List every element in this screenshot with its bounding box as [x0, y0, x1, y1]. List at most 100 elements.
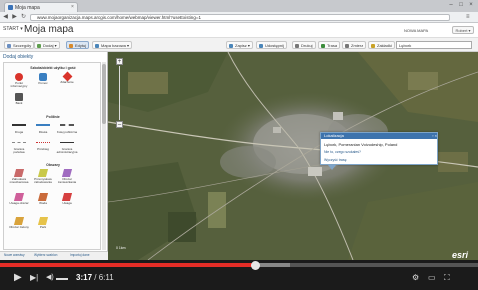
details-button[interactable]: Szczegóły — [4, 41, 35, 49]
current-time: 3:17 — [76, 273, 93, 282]
url-field[interactable]: www.mojaorganizacja.maps.arcgis.com/home… — [30, 14, 450, 21]
panel-scrollbar-thumb[interactable] — [102, 64, 106, 124]
edit-button[interactable]: Edytuj — [66, 41, 90, 49]
bookmarks-label: Zakładki — [377, 43, 392, 48]
user-menu[interactable]: Robert ▾ — [452, 26, 474, 34]
zoom-control: + – — [116, 58, 123, 128]
new-map-link[interactable]: NOWA MAPA — [404, 28, 428, 33]
share-button[interactable]: Udostępnij — [256, 41, 287, 49]
popup-address: Lębork, Pomeranian Voivodeship, Poland — [324, 142, 398, 147]
symbol-water[interactable]: Woda — [32, 193, 54, 211]
search-input[interactable]: Lębork — [396, 41, 472, 49]
back-icon[interactable]: ◀ — [2, 14, 9, 21]
browser-menu-icon[interactable]: ≡ — [466, 14, 474, 21]
route-label: Trasa — [327, 43, 338, 48]
symbol-industrial[interactable]: Przemysłowe zabudowania — [32, 169, 54, 187]
footer-link-template[interactable]: Wybierz szablon — [34, 253, 57, 257]
fullscreen-icon[interactable]: ⛶ — [444, 272, 450, 284]
measure-button[interactable]: Zmierz — [342, 41, 367, 49]
symbol-label: Punkt informacyjny — [10, 81, 28, 89]
print-button[interactable]: Drukuj — [292, 41, 316, 49]
volume-slider[interactable] — [56, 278, 68, 280]
symbol-info-point[interactable]: Punkt informacyjny — [8, 73, 30, 91]
symbol-caution-area[interactable]: Uwaga obszar — [8, 193, 30, 211]
add-features-panel: Dodaj obiekty Szkoła/obiekt użytku i goś… — [0, 52, 108, 260]
play-icon[interactable]: ▶ — [14, 272, 22, 284]
symbol-label: Park — [39, 225, 47, 229]
zoom-out-button[interactable]: – — [116, 121, 123, 128]
theater-mode-icon[interactable]: ▭ — [428, 272, 436, 284]
details-icon — [7, 44, 11, 48]
footer-link-new-layers[interactable]: Nowe warstwy — [4, 253, 25, 257]
path-line-icon — [36, 142, 50, 143]
popup-close-icon[interactable]: ▫ × — [427, 133, 437, 139]
zoom-in-button[interactable]: + — [116, 58, 123, 65]
details-label: Szczegóły — [13, 43, 32, 48]
minimize-icon[interactable]: – — [446, 1, 456, 9]
save-button[interactable]: Zapisz ▾ — [226, 41, 253, 49]
popup-title: Lokalizacja — [321, 133, 437, 139]
caution-icon — [61, 193, 73, 201]
symbol-path[interactable]: Przebieg — [32, 139, 54, 157]
browser-tab-bar: Moja mapa × – □ × — [0, 0, 478, 12]
volume-icon[interactable]: ◀) — [46, 272, 54, 284]
symbol-river[interactable]: Rzeka — [32, 121, 54, 139]
symbol-palette: Szkoła/obiekt użytku i gość Punkt inform… — [3, 62, 101, 250]
symbol-border[interactable]: Granica państwa — [8, 139, 30, 157]
symbol-label: Granica państwa — [13, 147, 25, 155]
tab-close-icon[interactable]: × — [71, 4, 74, 10]
add-button[interactable]: Dodaj ▾ — [34, 41, 60, 49]
symbol-road[interactable]: Droga — [8, 121, 30, 139]
start-menu[interactable]: START ▾ — [3, 26, 23, 32]
maximize-icon[interactable]: □ — [456, 1, 466, 9]
route-button[interactable]: Trasa — [318, 41, 341, 49]
symbol-green-area[interactable]: Obszar zielony — [8, 217, 30, 235]
border-line-icon — [12, 142, 26, 143]
symbol-label: Obszar zamieszkania — [57, 177, 77, 185]
edit-label: Edytuj — [75, 43, 87, 48]
favicon-icon — [8, 5, 13, 10]
symbol-label: Bank — [15, 101, 23, 105]
section-title-points: Szkoła/obiekt użytku i gość — [30, 66, 76, 70]
next-icon[interactable]: ▶| — [30, 272, 38, 284]
symbol-help[interactable]: Pomoc — [32, 73, 54, 91]
forward-icon[interactable]: ▶ — [11, 14, 18, 21]
bookmarks-button[interactable]: Zakładki — [368, 41, 395, 49]
section-title-lines: Polilinie — [46, 115, 60, 119]
railway-line-icon — [60, 124, 74, 126]
progress-scrubber[interactable] — [250, 261, 260, 270]
basemap-button[interactable]: Mapa bazowa ▾ — [92, 41, 133, 49]
scale-bar: 0 1km — [116, 246, 126, 250]
popup-clear-link[interactable]: Wyczyść trasę — [324, 158, 347, 162]
caution-area-icon — [13, 193, 25, 201]
basemap-icon — [95, 44, 99, 48]
location-popup: Lokalizacja ▫ × Lębork, Pomeranian Voivo… — [320, 132, 438, 165]
symbol-railway[interactable]: Kolej publiczna — [56, 121, 78, 139]
window-close-icon[interactable]: × — [466, 1, 476, 9]
footer-link-import[interactable]: Importuj dane — [70, 253, 90, 257]
bookmark-icon — [371, 44, 375, 48]
symbol-living-area[interactable]: Obszar zamieszkania — [56, 169, 78, 187]
symbol-incident[interactable]: Zdarzenie — [56, 71, 78, 91]
symbol-park[interactable]: Park — [32, 217, 54, 235]
symbol-label: Zabudowa mieszkaniowa — [9, 177, 29, 185]
symbol-bank[interactable]: Bank — [8, 93, 30, 111]
panel-title: Dodaj obiekty — [3, 54, 34, 60]
residential-area-icon — [13, 169, 25, 177]
tab-title: Moja mapa — [15, 5, 40, 11]
symbol-caution[interactable]: Uwaga — [56, 193, 78, 211]
popup-not-found-link[interactable]: Nie to, czego szukałeś? — [324, 150, 361, 154]
bank-icon — [15, 93, 23, 101]
settings-icon[interactable]: ⚙ — [412, 272, 419, 284]
symbol-label: Przemysłowe zabudowania — [34, 177, 52, 185]
measure-icon — [345, 44, 349, 48]
basemap-label: Mapa bazowa ▾ — [101, 43, 130, 48]
map-toolbar: Szczegóły Dodaj ▾ Edytuj Mapa bazowa ▾ Z… — [0, 38, 478, 52]
browser-tab[interactable]: Moja mapa × — [4, 2, 78, 12]
symbol-residential[interactable]: Zabudowa mieszkaniowa — [8, 169, 30, 187]
reload-icon[interactable]: ↻ — [20, 14, 27, 21]
zoom-slider[interactable] — [119, 66, 120, 120]
panel-footer: Nowe warstwy Wybierz szablon Importuj da… — [0, 251, 108, 260]
symbol-admin-border[interactable]: Granica administracyjna — [56, 139, 78, 157]
duration: / 6:11 — [94, 273, 114, 282]
